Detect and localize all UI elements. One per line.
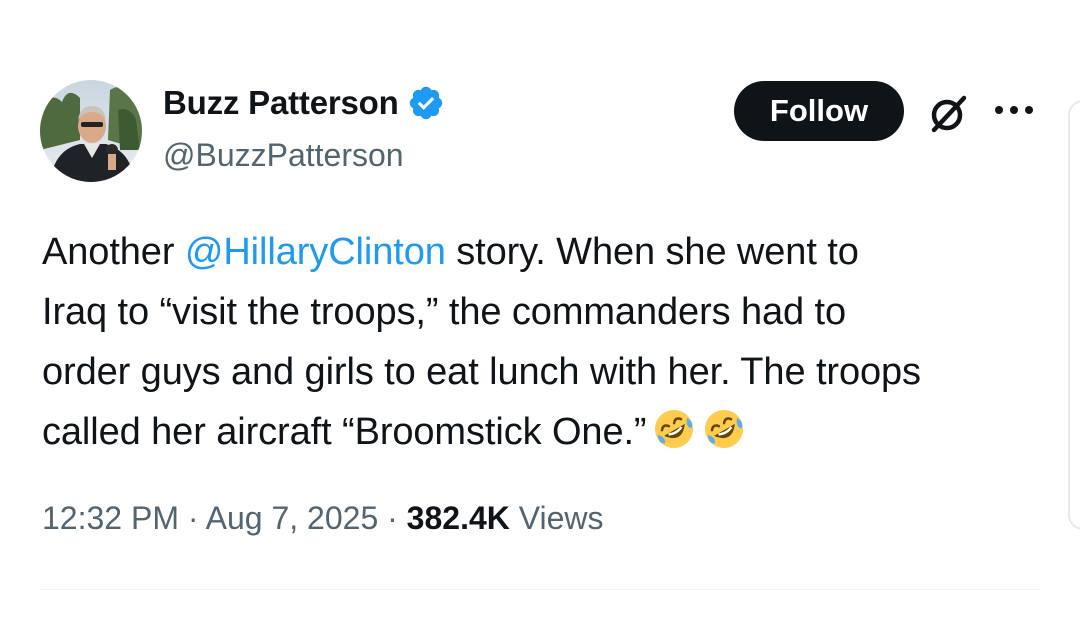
mention-link[interactable]: @HillaryClinton — [185, 231, 446, 273]
divider — [40, 589, 1040, 590]
views-label: Views — [509, 500, 604, 536]
tweet-meta: 12:32 PM · Aug 7, 2025 · 382.4K Views — [42, 500, 604, 537]
verified-badge-icon[interactable] — [407, 84, 445, 122]
author-handle[interactable]: @BuzzPatterson — [163, 137, 404, 174]
meta-separator: · — [378, 500, 407, 536]
author-display-name[interactable]: Buzz Patterson — [163, 84, 399, 122]
tweet-text-segment: called her aircraft “Broomstick One.” — [42, 411, 647, 453]
scrollbar-track[interactable] — [1068, 100, 1080, 530]
tweet-text-segment: Another — [42, 231, 185, 273]
tweet-time[interactable]: 12:32 PM — [42, 500, 179, 536]
tweet-text-segment: story. When she went to — [445, 231, 859, 273]
tweet-card: Buzz Patterson @BuzzPatterson Follow Ano… — [0, 0, 1080, 625]
grok-icon[interactable] — [924, 90, 972, 138]
tweet-line: order guys and girls to eat lunch with h… — [42, 351, 921, 393]
rolling-laughing-emoji-icon — [704, 410, 743, 448]
more-dots-icon[interactable] — [993, 100, 1035, 120]
tweet-text: Another @HillaryClinton story. When she … — [42, 222, 1052, 462]
tweet-line: Another @HillaryClinton story. When she … — [42, 222, 1052, 282]
tweet-line: Iraq to “visit the troops,” the commande… — [42, 291, 847, 333]
views-count[interactable]: 382.4K — [407, 500, 510, 536]
rolling-laughing-emoji-icon — [654, 410, 693, 448]
author-name-row: Buzz Patterson — [163, 84, 445, 122]
follow-button[interactable]: Follow — [734, 81, 904, 141]
tweet-line: called her aircraft “Broomstick One.” — [42, 402, 1052, 462]
tweet-date[interactable]: Aug 7, 2025 — [206, 500, 379, 536]
avatar[interactable] — [40, 80, 142, 182]
meta-separator: · — [178, 500, 206, 536]
avatar-photo — [40, 80, 142, 182]
